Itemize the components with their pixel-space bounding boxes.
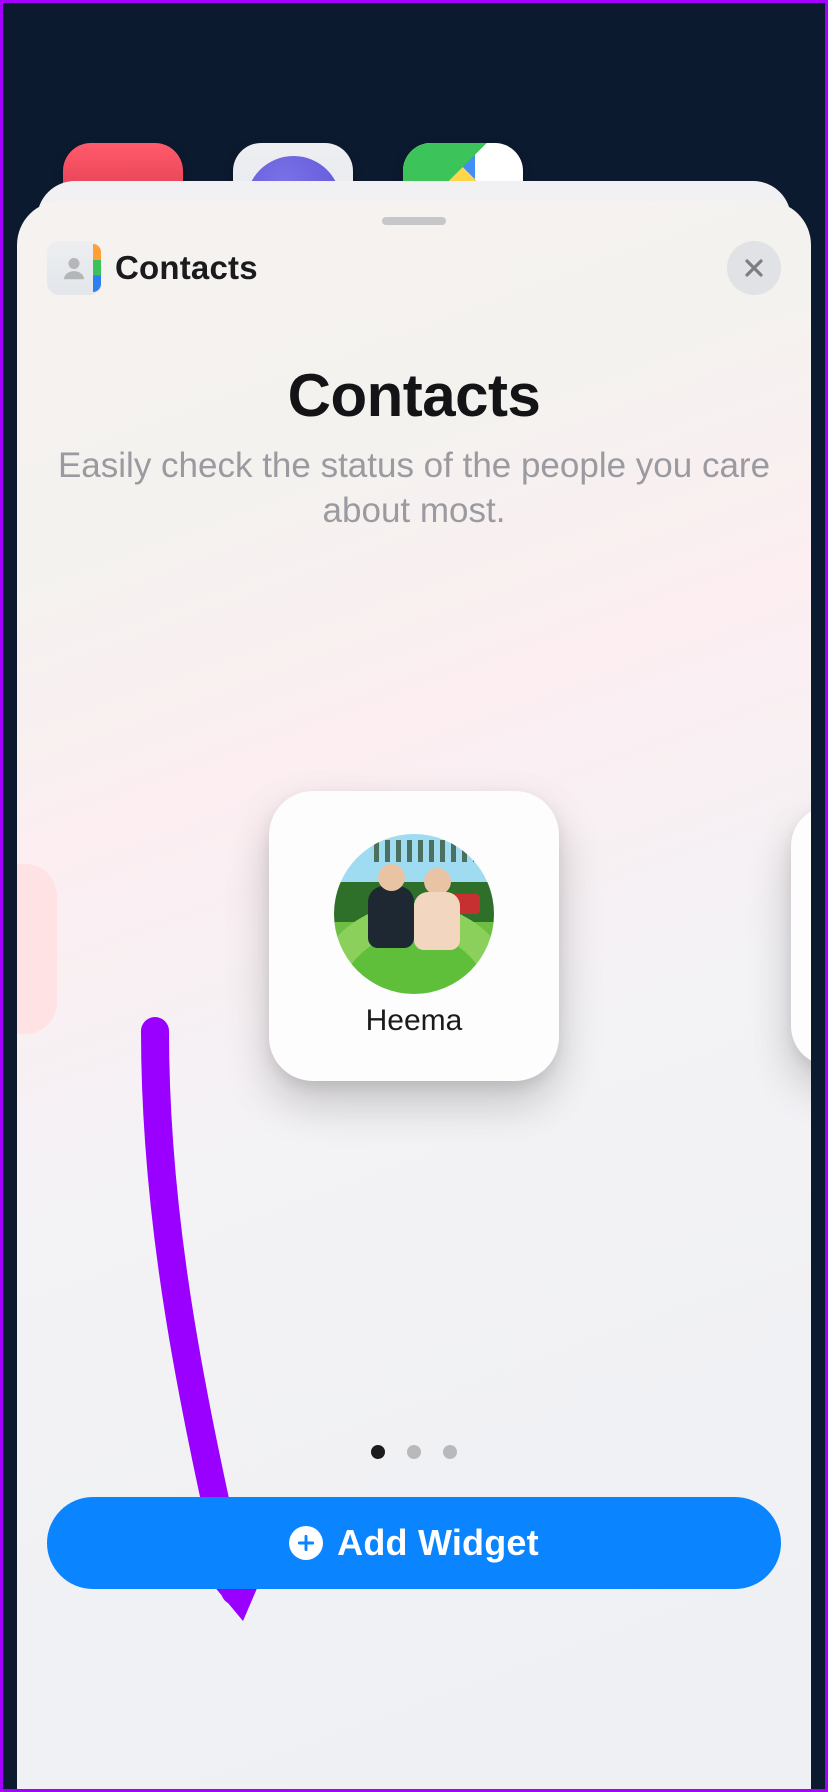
contact-avatar (334, 834, 494, 994)
close-icon (742, 256, 766, 280)
widget-preview-next[interactable] (791, 806, 811, 1066)
title-block: Contacts Easily check the status of the … (57, 361, 771, 534)
page-dot-3[interactable] (443, 1445, 457, 1459)
widget-size-carousel[interactable]: Heema (17, 791, 811, 1091)
sheet-grabber[interactable] (382, 217, 446, 225)
add-widget-button[interactable]: Add Widget (47, 1497, 781, 1589)
pagination-dots[interactable] (17, 1445, 811, 1459)
contacts-app-icon (47, 241, 101, 295)
contact-name-label: Heema (366, 1004, 463, 1038)
plus-circle-icon (289, 1526, 323, 1560)
widget-description: Easily check the status of the people yo… (57, 444, 771, 534)
sheet-app-label: Contacts (115, 249, 258, 287)
close-button[interactable] (727, 241, 781, 295)
widget-preview-small[interactable]: Heema (269, 791, 559, 1081)
widget-title: Contacts (57, 361, 771, 430)
add-widget-label: Add Widget (337, 1522, 539, 1564)
widget-picker-sheet: Contacts Contacts Easily check the statu… (17, 201, 811, 1789)
page-dot-1[interactable] (371, 1445, 385, 1459)
widget-preview-prev[interactable] (17, 864, 57, 1034)
page-dot-2[interactable] (407, 1445, 421, 1459)
sheet-header: Contacts (47, 241, 781, 295)
